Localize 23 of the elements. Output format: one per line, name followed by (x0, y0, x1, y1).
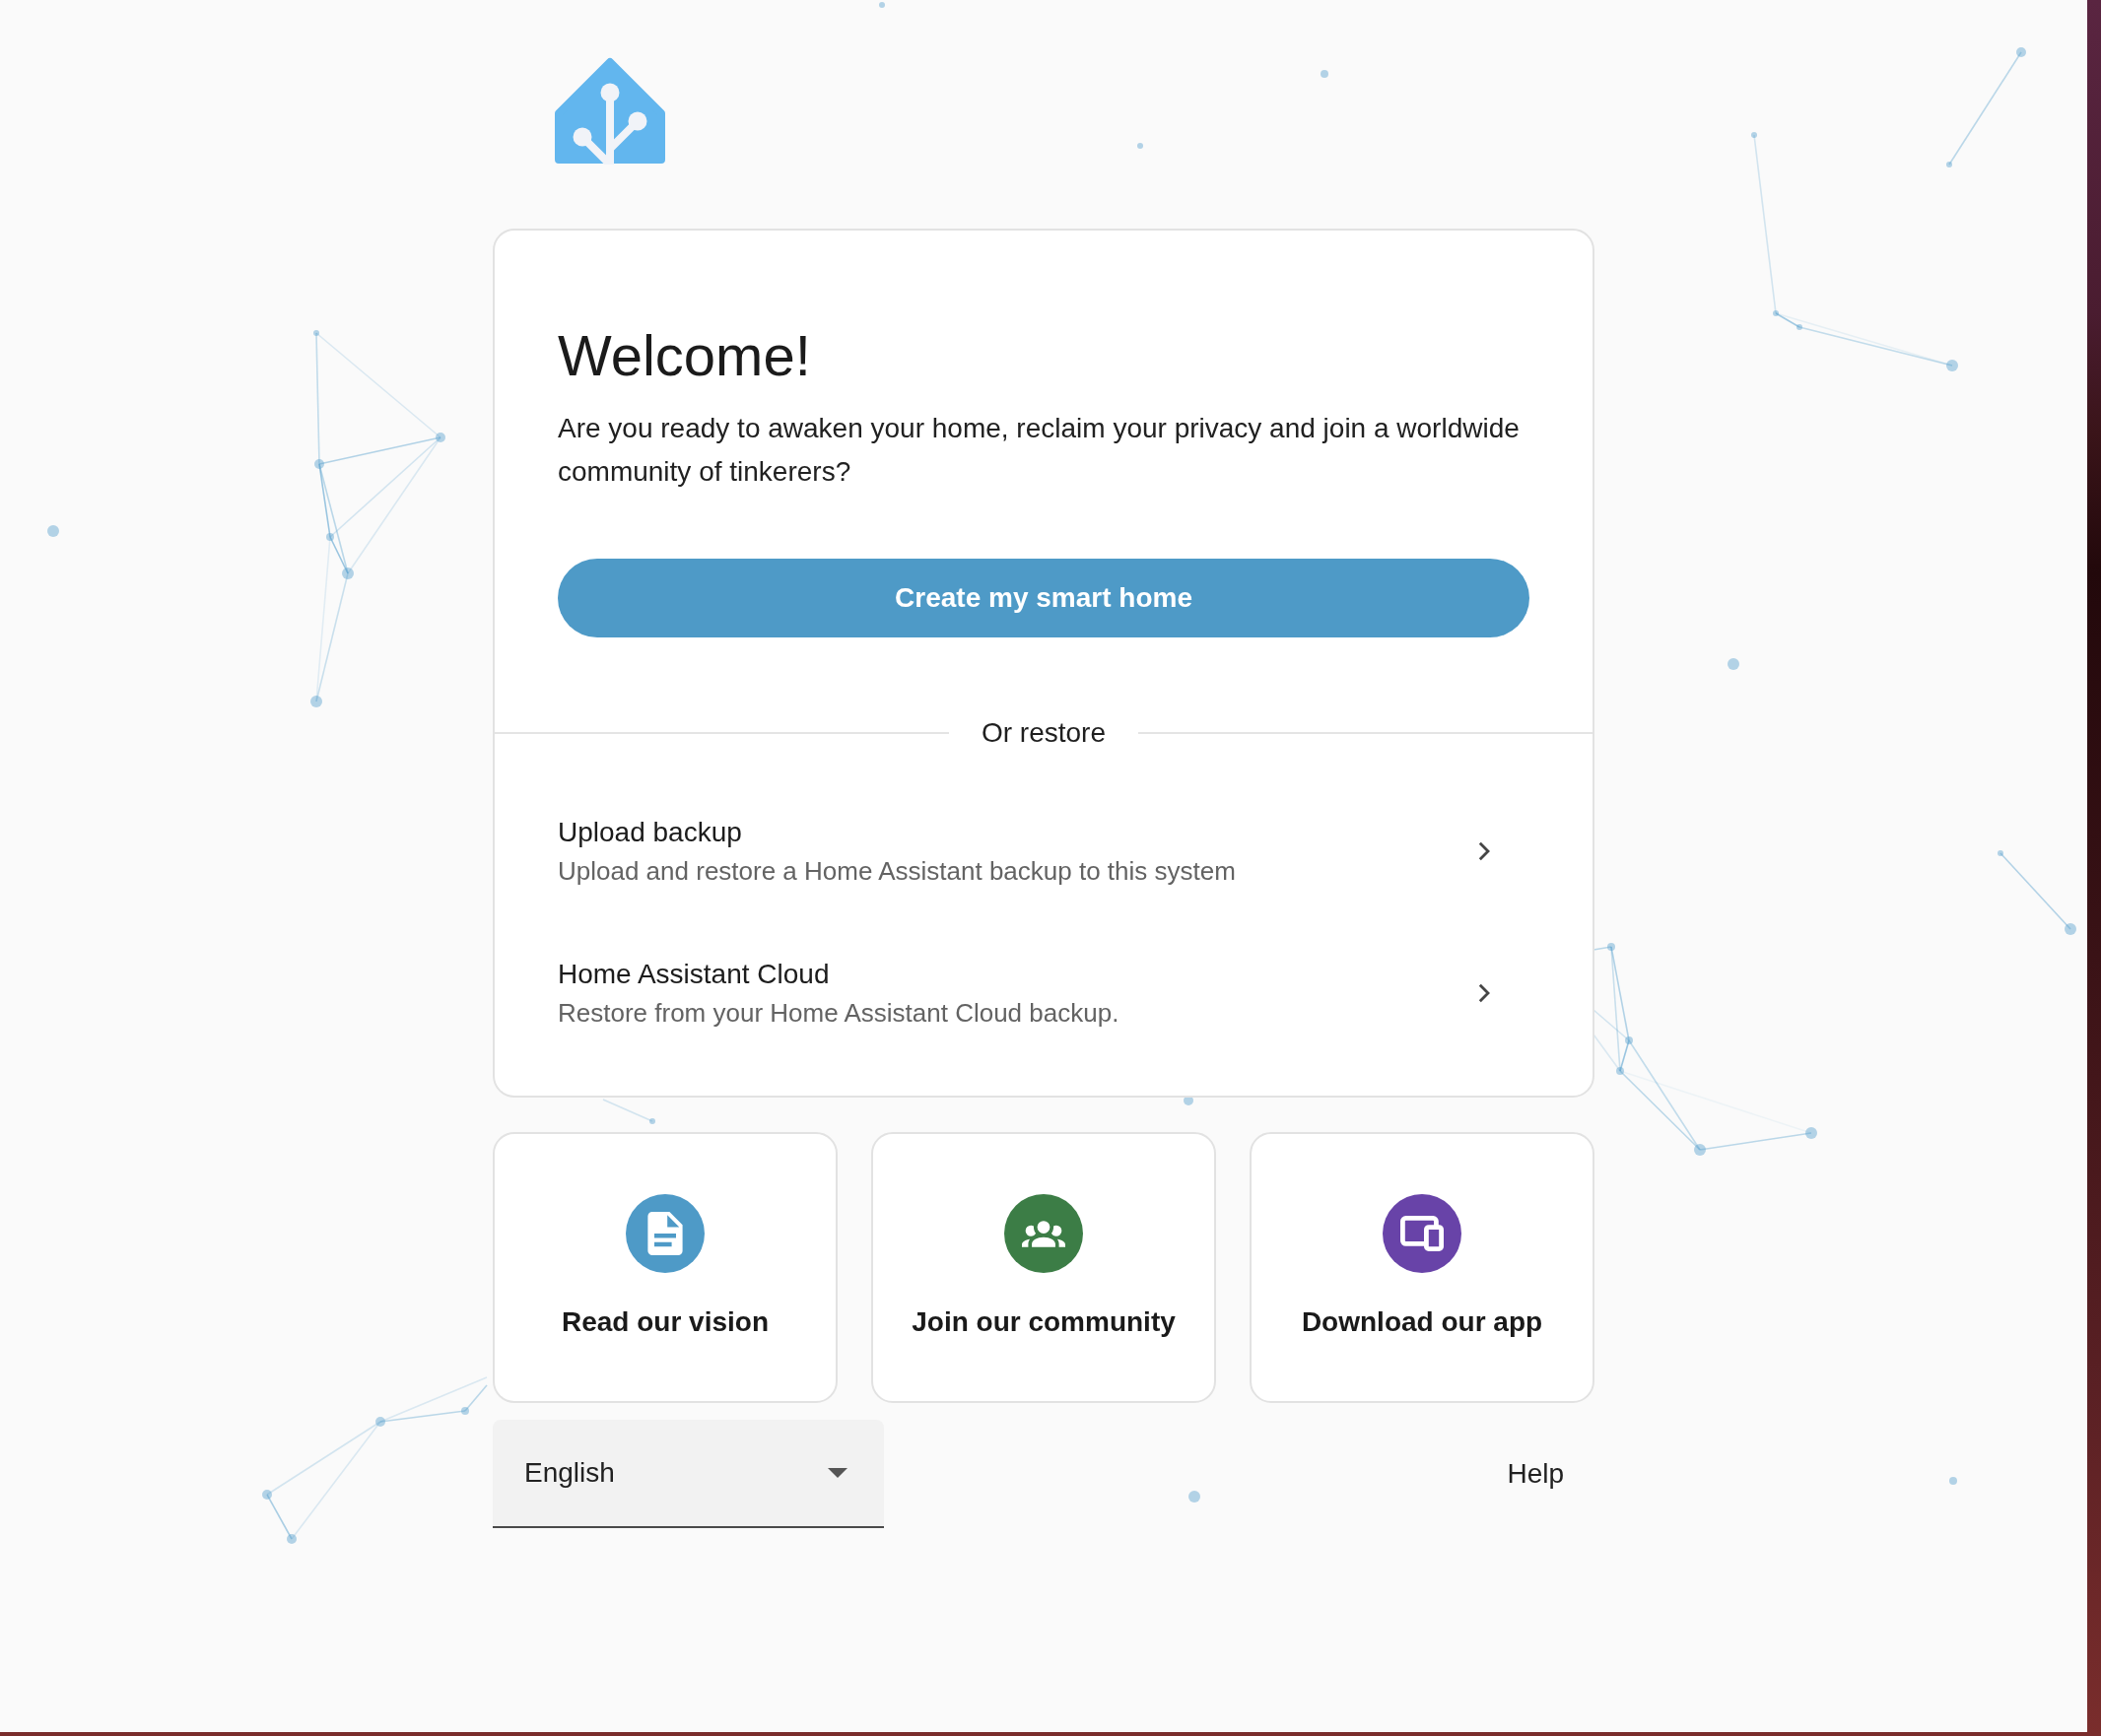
caret-down-icon (828, 1468, 847, 1478)
welcome-title: Welcome! (558, 322, 812, 389)
restore-option-item[interactable]: Home Assistant Cloud Restore from your Home Assistant Cloud backup. (495, 921, 1593, 1063)
restore-option-item[interactable]: Upload backup Upload and restore a Home Assistant backup to this system (495, 779, 1593, 921)
particle-dot-icon (47, 525, 59, 537)
particle-dot-icon (879, 2, 885, 8)
link-tile[interactable]: Download our app (1250, 1132, 1594, 1403)
particle-dot-icon (1137, 143, 1143, 149)
particle-dot-icon (1321, 70, 1328, 78)
particle-dot-icon (1188, 1491, 1200, 1502)
help-link[interactable]: Help (1507, 1454, 1564, 1494)
link-tile[interactable]: Join our community (871, 1132, 1216, 1403)
chevron-right-icon (1478, 840, 1490, 861)
divider-label: Or restore (981, 716, 1107, 750)
welcome-text: Are you ready to awaken your home, reclaim your privacy and join a worldwide community of tinkerers? (558, 412, 1521, 489)
particle-dot-icon (1728, 658, 1739, 670)
language-select[interactable]: English (493, 1420, 884, 1528)
particle-network-drawing (602, 1099, 655, 1124)
house-logo-icon (555, 57, 665, 165)
particle-dot-icon (1949, 1477, 1957, 1485)
link-tile[interactable]: Read our vision (493, 1132, 838, 1403)
particle-dot-icon (1184, 1096, 1193, 1105)
chevron-right-icon (1478, 982, 1490, 1003)
